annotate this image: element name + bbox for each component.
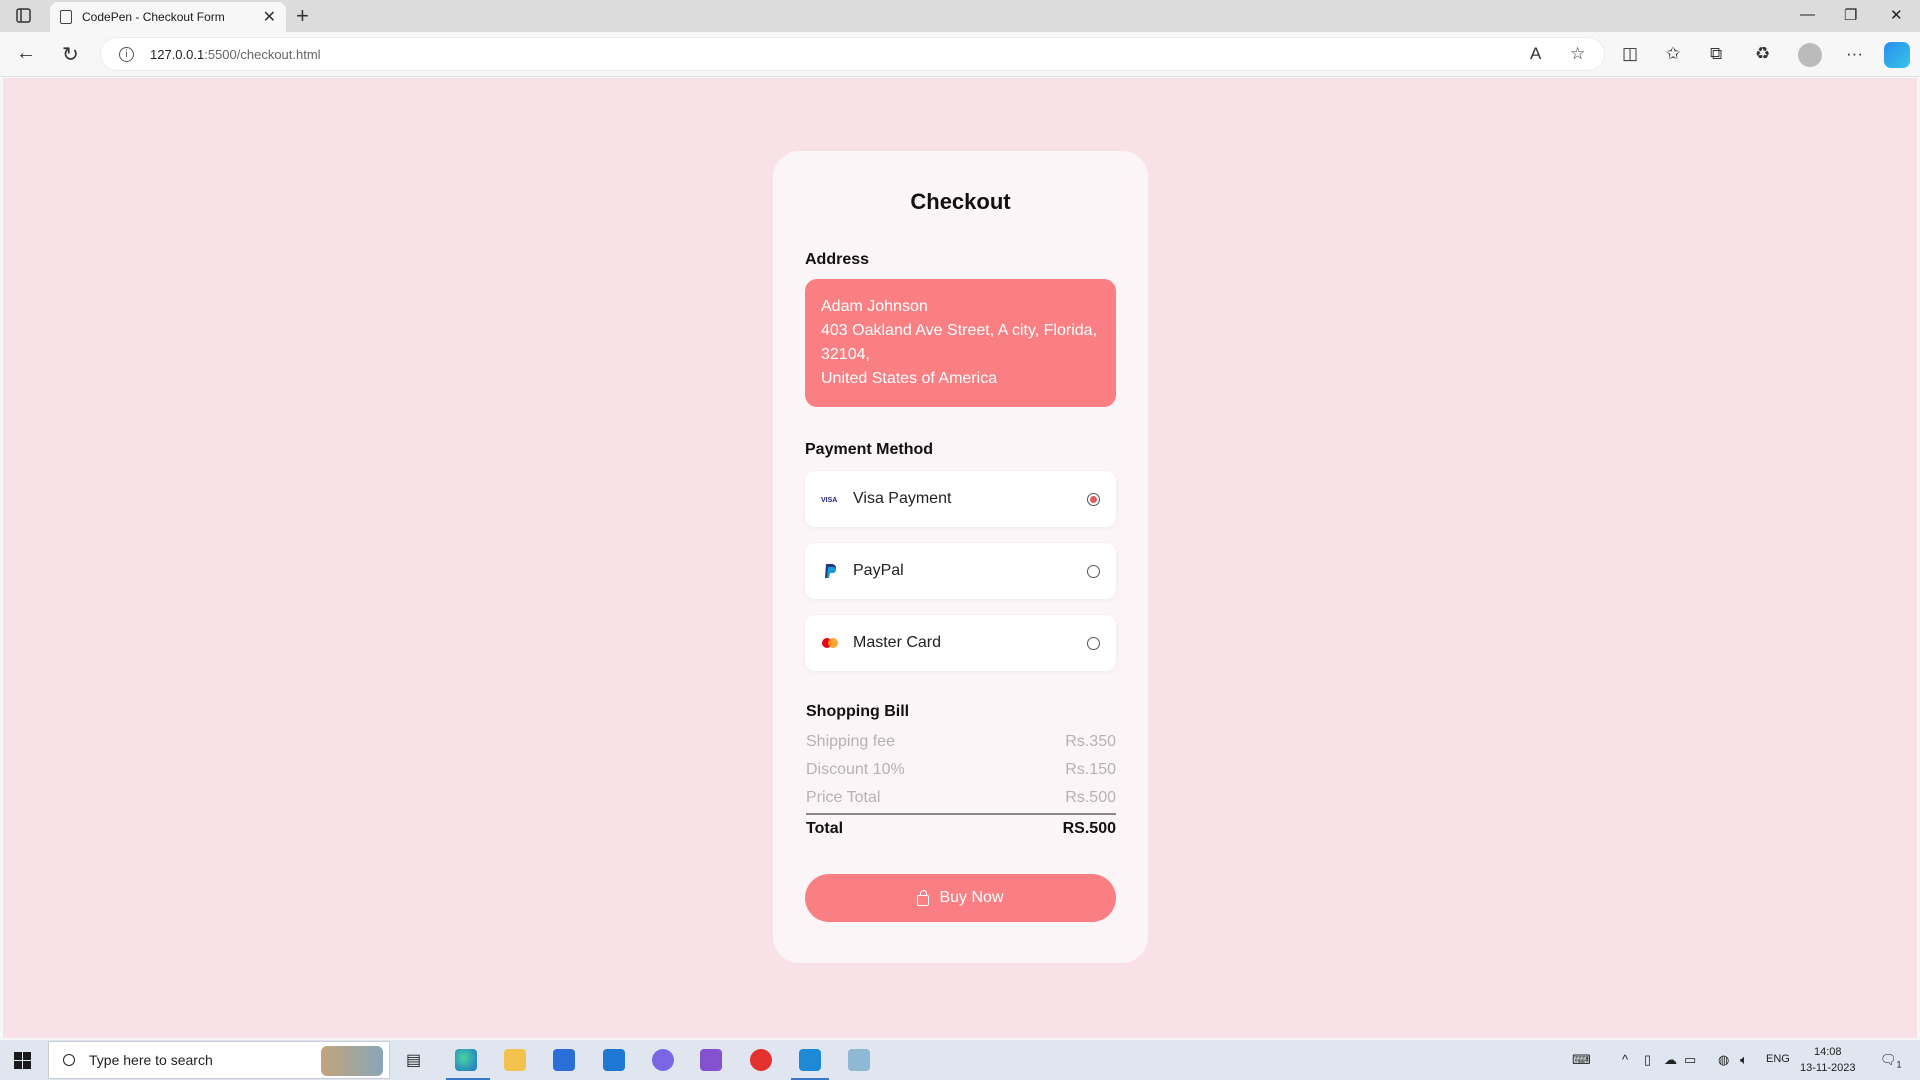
copilot-icon[interactable]	[1884, 42, 1910, 68]
mastercard-icon	[821, 638, 839, 648]
back-icon[interactable]: ←	[16, 42, 36, 65]
browser-tab-bar: CodePen - Checkout Form ✕ + — ❐ ✕	[0, 0, 1920, 32]
bill-heading: Shopping Bill	[806, 703, 910, 720]
keyboard-icon[interactable]: ⌨	[1572, 1052, 1591, 1068]
copilot-app-icon[interactable]	[652, 1049, 674, 1071]
browser-tab-active[interactable]: CodePen - Checkout Form ✕	[50, 2, 286, 32]
payment-option-visa[interactable]: VISA Visa Payment	[805, 471, 1116, 527]
address-name: Adam Johnson	[821, 298, 928, 315]
minimize-icon[interactable]: —	[1800, 6, 1815, 23]
more-options-icon[interactable]: ···	[1846, 44, 1863, 64]
onedrive-icon[interactable]: ☁	[1664, 1052, 1677, 1068]
bill-value: Rs.350	[1065, 733, 1116, 750]
show-hidden-icons-icon[interactable]: ^	[1622, 1052, 1628, 1067]
edge-browser-icon[interactable]	[455, 1049, 477, 1071]
url-path: :5500/checkout.html	[204, 46, 321, 62]
clock-time: 14:08	[1813, 1046, 1842, 1058]
checkout-card: Checkout Address Adam Johnson 403 Oaklan…	[773, 151, 1148, 963]
favorites-icon[interactable]: ✩	[1666, 44, 1680, 64]
task-view-icon[interactable]: ▤	[406, 1050, 421, 1070]
payment-label: Visa Payment	[853, 490, 952, 507]
url-host: 127.0.0.1	[150, 46, 205, 62]
page-icon	[60, 10, 72, 24]
visa-icon: VISA	[821, 495, 839, 503]
svg-text:VISA: VISA	[821, 497, 837, 503]
search-icon	[63, 1054, 75, 1066]
address-box: Adam Johnson 403 Oakland Ave Street, A c…	[805, 279, 1116, 407]
tab-title: CodePen - Checkout Form	[82, 10, 225, 24]
bill-row: Shipping fee Rs.350	[806, 733, 1116, 751]
payment-label: PayPal	[853, 562, 904, 579]
shopping-bag-icon	[917, 889, 930, 906]
address-bar[interactable]: i 127.0.0.1:5500/checkout.html	[100, 37, 1605, 71]
notification-icon[interactable]: 🗨︎1	[1880, 1052, 1902, 1070]
notification-count: 1	[1896, 1059, 1902, 1070]
refresh-icon[interactable]: ↻	[62, 42, 79, 67]
browser-toolbar: ← ↻ i 127.0.0.1:5500/checkout.html A ☆ ◫…	[0, 32, 1920, 77]
bill-row: Price Total Rs.500	[806, 789, 1116, 807]
mail-icon[interactable]	[603, 1049, 625, 1071]
close-tab-icon[interactable]: ✕	[263, 7, 276, 27]
visual-studio-icon[interactable]	[700, 1049, 722, 1071]
split-screen-icon[interactable]: ◫	[1622, 44, 1638, 64]
bill-row: Discount 10% Rs.150	[806, 761, 1116, 779]
windows-taskbar: Type here to search ▤ ⌨ ^ ▯ ☁ ▭ ◍ 🔈︎ ENG…	[0, 1040, 1920, 1080]
network-icon[interactable]: ◍	[1718, 1052, 1729, 1068]
restore-icon[interactable]: ❐	[1844, 6, 1857, 24]
address-heading: Address	[805, 251, 870, 268]
app-icon-red[interactable]	[750, 1049, 772, 1071]
bill-total-row: Total RS.500	[806, 813, 1116, 838]
collections-icon[interactable]: ⧉	[1710, 44, 1722, 64]
buy-now-button[interactable]: Buy Now	[805, 874, 1116, 922]
radio-unselected[interactable]	[1087, 564, 1100, 578]
windows-start-icon[interactable]	[14, 1052, 31, 1069]
close-window-icon[interactable]: ✕	[1890, 6, 1903, 24]
clock[interactable]: 14:08 13-11-2023	[1800, 1044, 1855, 1076]
bill-value: Rs.500	[1065, 789, 1116, 806]
bill-label: Discount 10%	[806, 761, 905, 778]
bill-value: Rs.150	[1065, 761, 1116, 778]
checkout-title: Checkout	[910, 189, 1011, 214]
battery-icon[interactable]: ▭	[1684, 1052, 1696, 1068]
file-explorer-icon[interactable]	[504, 1049, 526, 1071]
payment-option-paypal[interactable]: PayPal	[805, 543, 1116, 599]
read-aloud-icon[interactable]: A	[1530, 44, 1541, 64]
tab-actions-icon[interactable]	[10, 8, 38, 24]
payment-heading: Payment Method	[805, 441, 934, 458]
address-country: United States of America	[821, 370, 998, 387]
paypal-icon	[821, 563, 839, 579]
buy-now-label: Buy Now	[939, 889, 1004, 906]
radio-selected[interactable]	[1087, 492, 1100, 506]
language-indicator[interactable]: ENG	[1766, 1053, 1790, 1065]
address-line2: 32104,	[821, 346, 870, 363]
app-icon-pen[interactable]	[848, 1049, 870, 1071]
bill-label: Price Total	[806, 789, 881, 806]
bill-label: Shipping fee	[806, 733, 895, 750]
favorite-star-icon[interactable]: ☆	[1570, 44, 1585, 64]
payment-option-mastercard[interactable]: Master Card	[805, 615, 1116, 671]
page-background: Checkout Address Adam Johnson 403 Oaklan…	[3, 78, 1917, 1038]
volume-icon[interactable]: 🔈︎	[1740, 1052, 1748, 1068]
search-highlight-image	[321, 1046, 383, 1076]
new-tab-icon[interactable]: +	[296, 3, 309, 29]
taskbar-search-box[interactable]: Type here to search	[48, 1041, 390, 1079]
address-line1: 403 Oakland Ave Street, A city, Florida,	[821, 322, 1098, 339]
profile-avatar[interactable]	[1798, 43, 1822, 67]
site-info-icon[interactable]: i	[119, 46, 134, 62]
total-label: Total	[806, 820, 844, 837]
radio-unselected[interactable]	[1087, 636, 1100, 650]
clock-date: 13-11-2023	[1800, 1062, 1856, 1074]
extensions-icon[interactable]: ♻	[1755, 44, 1770, 64]
payment-label: Master Card	[853, 634, 942, 651]
search-placeholder: Type here to search	[89, 1052, 213, 1068]
microsoft-store-icon[interactable]	[553, 1049, 575, 1071]
vscode-icon[interactable]	[799, 1049, 821, 1071]
device-icon[interactable]: ▯	[1644, 1052, 1651, 1068]
total-value: RS.500	[1062, 820, 1116, 837]
